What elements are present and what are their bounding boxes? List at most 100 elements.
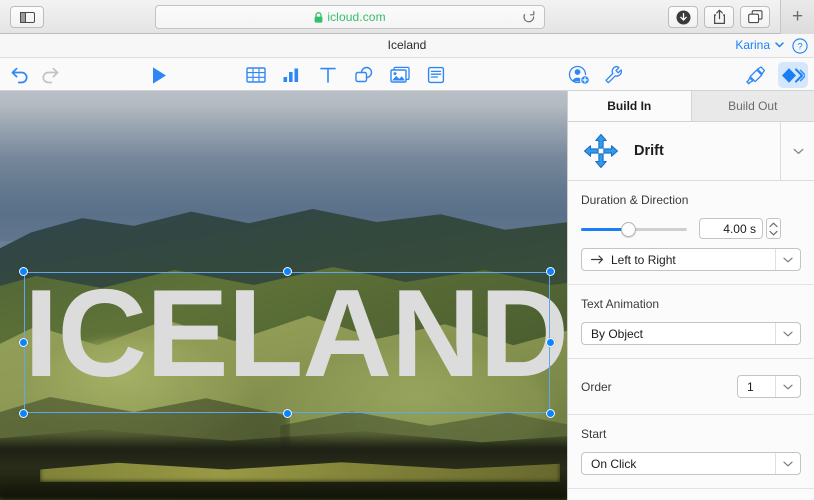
help-button[interactable]: ? bbox=[792, 38, 808, 59]
selection-handle-top-center[interactable] bbox=[283, 267, 292, 276]
direction-value: Left to Right bbox=[611, 252, 676, 267]
chevron-down-icon bbox=[783, 331, 793, 336]
account-name: Karina bbox=[735, 38, 770, 52]
animate-button[interactable] bbox=[778, 62, 808, 88]
comment-icon bbox=[427, 66, 445, 84]
duration-stepper[interactable] bbox=[766, 218, 781, 239]
duration-label: Duration & Direction bbox=[581, 193, 689, 207]
play-button[interactable] bbox=[146, 63, 172, 87]
slide-canvas[interactable]: ICELAND bbox=[0, 91, 567, 500]
downloads-icon bbox=[676, 10, 690, 24]
undo-icon bbox=[11, 67, 28, 84]
duration-controls-row: 4.00 s bbox=[581, 218, 801, 239]
order-label: Order bbox=[581, 379, 612, 394]
help-icon: ? bbox=[792, 38, 808, 54]
redo-icon bbox=[42, 67, 59, 84]
new-tab-button[interactable]: + bbox=[780, 0, 814, 34]
order-value: 1 bbox=[747, 379, 754, 394]
insert-text-button[interactable] bbox=[315, 63, 341, 87]
sidebar-icon bbox=[19, 11, 35, 23]
chevron-down-icon bbox=[793, 148, 804, 154]
share-button[interactable] bbox=[704, 6, 734, 28]
text-animation-value: By Object bbox=[591, 326, 644, 341]
effect-row[interactable]: Drift bbox=[568, 122, 814, 181]
animate-diamond-icon bbox=[782, 67, 805, 83]
url-text: icloud.com bbox=[327, 10, 386, 24]
media-icon bbox=[390, 66, 410, 83]
start-value: On Click bbox=[591, 456, 637, 471]
undo-button[interactable] bbox=[6, 63, 32, 87]
effect-name: Drift bbox=[634, 143, 664, 159]
valley-bottom-shadow bbox=[0, 480, 567, 500]
four-way-arrow-icon bbox=[583, 133, 619, 169]
selection-handle-bottom-left[interactable] bbox=[19, 409, 28, 418]
format-button[interactable] bbox=[743, 63, 769, 87]
chart-icon bbox=[283, 68, 299, 82]
tab-build-in[interactable]: Build In bbox=[568, 91, 691, 121]
share-icon bbox=[713, 9, 725, 24]
sidebar-toggle-button[interactable] bbox=[10, 6, 44, 28]
tab-build-out[interactable]: Build Out bbox=[690, 91, 814, 121]
tabs-overview-button[interactable] bbox=[740, 6, 770, 28]
wrench-icon bbox=[605, 65, 622, 84]
chevron-down-icon bbox=[783, 461, 793, 466]
account-menu[interactable]: Karina bbox=[735, 38, 784, 52]
start-section: Start On Click bbox=[568, 415, 814, 489]
slide-title-text: ICELAND bbox=[24, 265, 567, 403]
selection-handle-bottom-right[interactable] bbox=[546, 409, 555, 418]
direction-caret-button[interactable] bbox=[775, 249, 800, 270]
document-title-bar: Iceland Karina ? bbox=[0, 34, 814, 58]
url-field[interactable]: icloud.com bbox=[155, 5, 545, 29]
table-icon bbox=[246, 67, 266, 83]
effect-chevron-button[interactable] bbox=[780, 122, 804, 180]
order-section: Order 1 bbox=[568, 359, 814, 415]
selection-handle-middle-right[interactable] bbox=[546, 338, 555, 347]
stepper-up-icon bbox=[769, 222, 778, 227]
duration-slider[interactable] bbox=[581, 220, 687, 238]
order-select[interactable]: 1 bbox=[737, 375, 801, 398]
order-row: Order 1 bbox=[581, 375, 801, 398]
selection-handle-top-left[interactable] bbox=[19, 267, 28, 276]
stepper-down-icon bbox=[769, 230, 778, 235]
downloads-button[interactable] bbox=[668, 6, 698, 28]
start-label: Start bbox=[581, 427, 607, 441]
play-icon bbox=[152, 66, 166, 84]
tabs-overview-icon bbox=[747, 10, 763, 24]
insert-shape-button[interactable] bbox=[351, 63, 377, 87]
app-root: icloud.com + Iceland Karina ? ICELAND Bu… bbox=[0, 0, 814, 500]
start-select[interactable]: On Click bbox=[581, 452, 801, 475]
shape-icon bbox=[355, 66, 373, 83]
build-tabs: Build In Build Out bbox=[568, 91, 814, 122]
duration-value-field[interactable]: 4.00 s bbox=[699, 218, 763, 239]
insert-table-button[interactable] bbox=[243, 63, 269, 87]
duration-direction-section: Duration & Direction 4.00 s Left to Righ… bbox=[568, 181, 814, 285]
slider-knob[interactable] bbox=[621, 221, 636, 237]
text-animation-select[interactable]: By Object bbox=[581, 322, 801, 345]
paintbrush-icon bbox=[746, 66, 766, 85]
lock-icon bbox=[314, 11, 323, 23]
text-animation-section: Text Animation By Object bbox=[568, 285, 814, 359]
selection-handle-middle-left[interactable] bbox=[19, 338, 28, 347]
arrow-right-icon bbox=[591, 255, 604, 264]
order-caret-button[interactable] bbox=[775, 376, 800, 397]
tools-button[interactable] bbox=[601, 63, 627, 87]
selection-handle-bottom-center[interactable] bbox=[283, 409, 292, 418]
slide-title-object[interactable]: ICELAND bbox=[19, 265, 567, 418]
reload-icon[interactable] bbox=[522, 10, 536, 30]
direction-select[interactable]: Left to Right bbox=[581, 248, 801, 271]
collaborate-button[interactable] bbox=[566, 63, 592, 87]
insert-media-button[interactable] bbox=[387, 63, 413, 87]
redo-button[interactable] bbox=[38, 63, 64, 87]
insert-comment-button[interactable] bbox=[423, 63, 449, 87]
selection-handle-top-right[interactable] bbox=[546, 267, 555, 276]
start-caret-button[interactable] bbox=[775, 453, 800, 474]
person-add-icon bbox=[568, 65, 590, 85]
chevron-down-icon bbox=[775, 42, 784, 48]
svg-text:?: ? bbox=[797, 42, 802, 53]
browser-toolbar: icloud.com + bbox=[0, 0, 814, 34]
text-animation-caret-button[interactable] bbox=[775, 323, 800, 344]
insert-chart-button[interactable] bbox=[279, 63, 305, 87]
text-icon bbox=[320, 67, 336, 83]
chevron-down-icon bbox=[783, 257, 793, 262]
text-animation-label: Text Animation bbox=[581, 297, 660, 311]
